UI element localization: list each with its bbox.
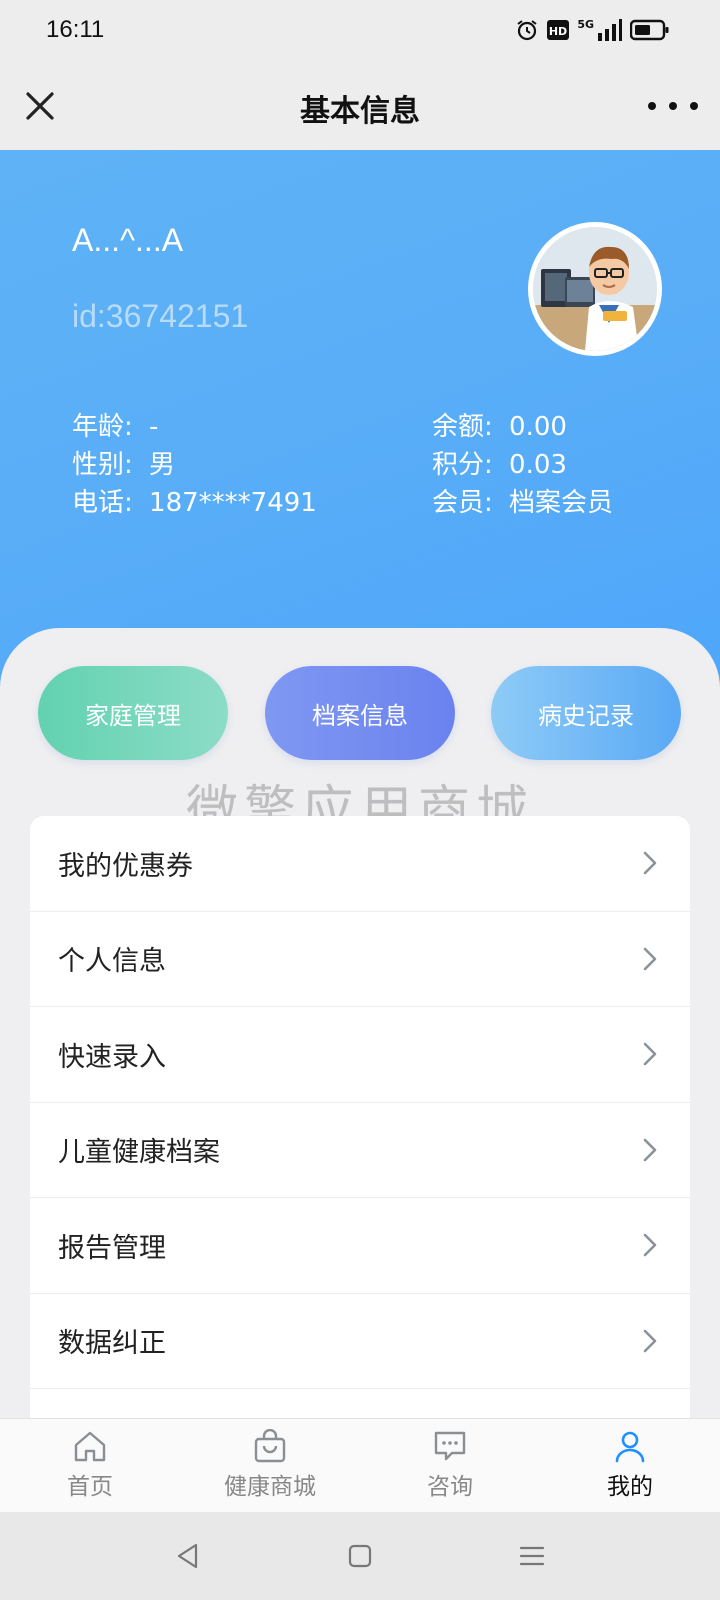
recents-menu-icon[interactable] [518,1542,546,1570]
points-row: 积分: 0.03 [432,444,567,481]
chevron-right-icon [643,1042,657,1066]
chat-icon [434,1431,466,1461]
menu-item-label: 快速录入 [58,1041,166,1073]
status-icons: HD 5G [515,18,670,42]
bottom-tab-bar: 首页 健康商城 咨询 我的 [0,1418,720,1512]
menu-item-quick-entry[interactable]: 快速录入 [30,1007,690,1103]
profile-header: A...^...A id:36742151 年龄: - 性别: 男 电话: 18… [0,150,720,710]
phone-value: 187****7491 [149,488,317,518]
gender-row: 性别: 男 [72,444,175,481]
hd-icon: HD [547,20,570,40]
shopping-bag-icon [254,1429,286,1463]
menu-item-label: 我的优惠券 [58,850,193,882]
menu-item-coupons[interactable]: 我的优惠券 [30,816,690,912]
menu-item-child-health-record[interactable]: 儿童健康档案 [30,1103,690,1198]
user-name: A...^...A [72,222,184,258]
tab-label: 咨询 [427,1474,473,1500]
phone-label: 电话: [72,488,133,518]
back-triangle-icon[interactable] [174,1542,202,1570]
menu-item-report-management[interactable]: 报告管理 [30,1198,690,1294]
menu-item-data-correction[interactable]: 数据纠正 [30,1294,690,1389]
content-area: 家庭管理 档案信息 病史记录 微擎应用商城 我的优惠券 个人信息 快速录入 儿童… [0,628,720,1418]
gender-label: 性别: [72,450,133,480]
tab-health-mall[interactable]: 健康商城 [180,1429,360,1501]
alarm-icon [517,20,537,41]
user-icon [615,1431,645,1463]
points-value: 0.03 [509,450,567,480]
tab-label: 首页 [67,1474,113,1500]
status-time: 16:11 [46,16,105,43]
chevron-right-icon [643,1138,657,1162]
svg-text:HD: HD [549,25,567,38]
age-label: 年龄: [72,412,133,442]
menu-item-label: 报告管理 [58,1232,166,1264]
tab-label: 健康商城 [224,1474,316,1500]
balance-row: 余额: 0.00 [432,406,567,443]
battery-icon [630,19,669,41]
home-icon [74,1431,106,1462]
menu-item-label: 个人信息 [58,946,166,978]
status-bar: 16:11 HD 5G [0,0,720,64]
record-info-button[interactable]: 档案信息 [265,666,455,760]
member-label: 会员: [432,488,493,518]
tab-label: 我的 [607,1474,653,1500]
avatar-illustration [533,227,657,351]
page-title: 基本信息 [300,94,420,129]
member-value: 档案会员 [509,488,614,518]
avatar[interactable] [528,222,662,356]
menu-item-label: 数据纠正 [58,1328,166,1360]
nav-bar: 基本信息 [0,64,720,150]
system-nav-bar [0,1512,720,1600]
chevron-right-icon [643,1233,657,1257]
age-value: - [149,412,159,442]
more-options-icon[interactable] [648,88,698,124]
menu-item-label: 儿童健康档案 [58,1137,220,1169]
network-5g-label: 5G [577,18,594,31]
home-square-icon[interactable] [346,1542,374,1570]
gender-value: 男 [149,450,176,480]
chevron-right-icon [643,1329,657,1353]
age-row: 年龄: - [72,406,158,443]
family-management-button[interactable]: 家庭管理 [38,666,228,760]
chevron-right-icon [643,947,657,971]
chevron-right-icon [643,851,657,875]
signal-icon [598,19,622,41]
tab-home[interactable]: 首页 [0,1429,180,1501]
menu-list: 我的优惠券 个人信息 快速录入 儿童健康档案 报告管理 数据纠正 [30,816,690,1418]
medical-history-button[interactable]: 病史记录 [491,666,681,760]
phone-row: 电话: 187****7491 [72,482,317,519]
balance-value: 0.00 [509,412,567,442]
menu-item-personal-info[interactable]: 个人信息 [30,912,690,1007]
balance-label: 余额: [432,412,493,442]
tab-mine[interactable]: 我的 [540,1429,720,1501]
tab-consult[interactable]: 咨询 [360,1429,540,1501]
member-row: 会员: 档案会员 [432,482,613,519]
points-label: 积分: [432,450,493,480]
user-id: id:36742151 [72,298,249,334]
